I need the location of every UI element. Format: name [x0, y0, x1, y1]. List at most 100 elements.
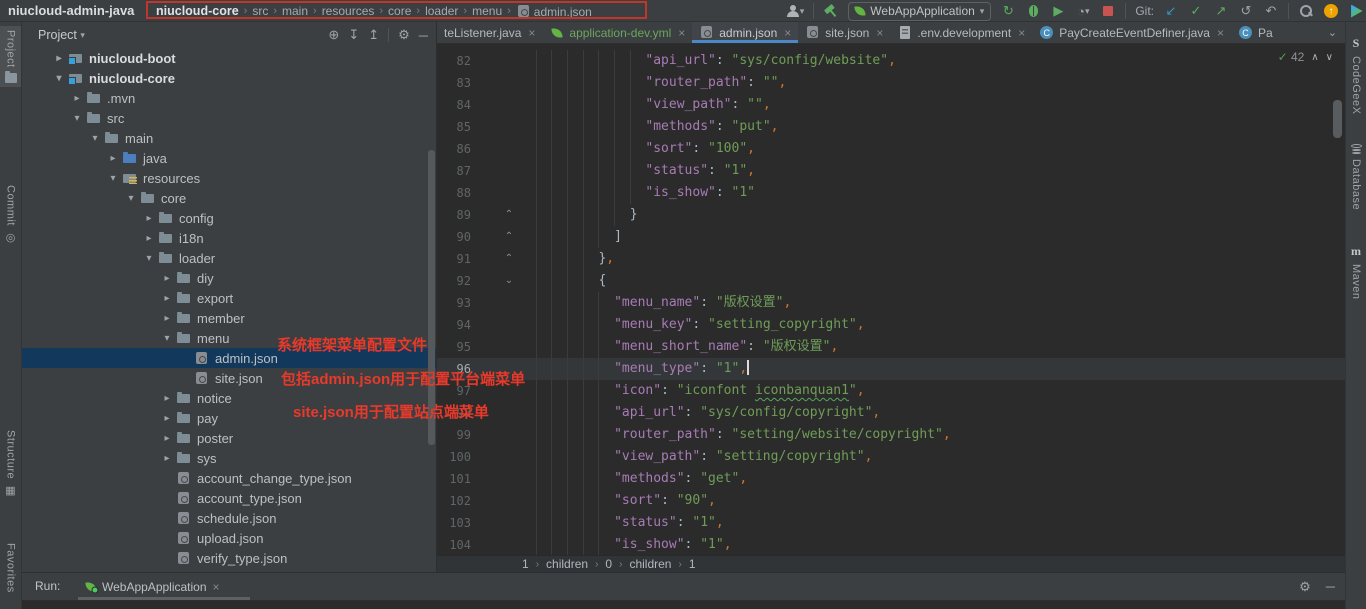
- code-line-92[interactable]: 92⌄ {: [437, 270, 1345, 292]
- tree-item-.mvn[interactable]: ▸.mvn: [22, 88, 436, 108]
- tree-chevron-icon[interactable]: ▸: [68, 93, 86, 104]
- code-line-82[interactable]: 82 "api_url": "sys/config/website",: [437, 50, 1345, 72]
- git-update-button[interactable]: ↙: [1163, 2, 1179, 20]
- tab-teListener.java[interactable]: teListener.java×: [437, 22, 542, 43]
- tree-item-config[interactable]: ▸config: [22, 208, 436, 228]
- json-path-item[interactable]: children: [629, 557, 671, 571]
- tree-item-src[interactable]: ▾src: [22, 108, 436, 128]
- run-button[interactable]: ↻: [1000, 2, 1016, 20]
- next-problem-icon[interactable]: ∨: [1326, 52, 1333, 63]
- profiler-button[interactable]: ◔▾: [1075, 2, 1091, 20]
- search-everywhere-button[interactable]: [1298, 2, 1314, 20]
- editor-scrollbar[interactable]: [1333, 100, 1342, 138]
- tree-item-verify_type.json[interactable]: verify_type.json: [22, 548, 436, 568]
- code-line-84[interactable]: 84 "view_path": "",: [437, 94, 1345, 116]
- breadcrumb-item-loader[interactable]: loader: [425, 4, 458, 18]
- tree-item-i18n[interactable]: ▸i18n: [22, 228, 436, 248]
- tree-item-export[interactable]: ▸export: [22, 288, 436, 308]
- code-line-94[interactable]: 94 "menu_key": "setting_copyright",: [437, 314, 1345, 336]
- tool-button-codegeex[interactable]: S CodeGeeX: [1346, 36, 1366, 114]
- code-line-104[interactable]: 104 "is_show": "1",: [437, 534, 1345, 556]
- inspection-widget[interactable]: ✓ 42 ∧ ∨: [1278, 50, 1333, 64]
- code-line-91[interactable]: 91⌃ },: [437, 248, 1345, 270]
- tree-item-niucloud-boot[interactable]: ▸niucloud-boot: [22, 48, 436, 68]
- breadcrumb-item-resources[interactable]: resources: [322, 4, 375, 18]
- hide-panel-icon[interactable]: ─: [419, 28, 428, 43]
- tree-chevron-icon[interactable]: ▸: [158, 413, 176, 424]
- code-line-90[interactable]: 90⌃ ]: [437, 226, 1345, 248]
- tree-chevron-icon[interactable]: ▸: [158, 433, 176, 444]
- prev-problem-icon[interactable]: ∧: [1311, 52, 1318, 63]
- code-line-102[interactable]: 102 "sort": "90",: [437, 490, 1345, 512]
- git-commit-button[interactable]: ✓: [1188, 2, 1204, 20]
- tree-chevron-icon[interactable]: ▸: [104, 153, 122, 164]
- run-with-coverage-button[interactable]: ▶: [1050, 2, 1066, 20]
- tool-button-structure[interactable]: Structure ▦: [0, 430, 21, 497]
- code-line-85[interactable]: 85 "methods": "put",: [437, 116, 1345, 138]
- run-configuration-select[interactable]: WebAppApplication ▾: [848, 2, 991, 21]
- code-line-97[interactable]: 97 "icon": "iconfont iconbanquan1",: [437, 380, 1345, 402]
- tab-.env.development[interactable]: .env.development×: [890, 22, 1032, 43]
- stop-button[interactable]: [1100, 2, 1116, 20]
- tool-button-database[interactable]: Database: [1346, 144, 1366, 210]
- tab-site.json[interactable]: site.json×: [798, 22, 890, 43]
- close-icon[interactable]: ×: [213, 580, 220, 594]
- json-path-item[interactable]: children: [546, 557, 588, 571]
- tree-item-poster[interactable]: ▸poster: [22, 428, 436, 448]
- tree-chevron-icon[interactable]: ▸: [158, 453, 176, 464]
- history-button[interactable]: ↺: [1238, 2, 1254, 20]
- tree-chevron-icon[interactable]: ▾: [158, 333, 176, 344]
- code-line-93[interactable]: 93 "menu_name": "版权设置",: [437, 292, 1345, 314]
- git-push-button[interactable]: ↗: [1213, 2, 1229, 20]
- tool-button-commit[interactable]: Commit ◎: [0, 185, 21, 244]
- code-line-95[interactable]: 95 "menu_short_name": "版权设置",: [437, 336, 1345, 358]
- gear-icon[interactable]: ⚙: [398, 27, 410, 43]
- code-line-83[interactable]: 83 "router_path": "",: [437, 72, 1345, 94]
- tree-chevron-icon[interactable]: ▾: [50, 73, 68, 84]
- close-icon[interactable]: ×: [678, 26, 685, 40]
- tool-button-maven[interactable]: m Maven: [1346, 244, 1366, 300]
- fold-marker-icon[interactable]: ⌃: [503, 248, 515, 270]
- tool-button-favorites[interactable]: Favorites: [0, 543, 21, 593]
- user-account-icon[interactable]: ▾: [786, 2, 805, 20]
- close-icon[interactable]: ×: [784, 26, 791, 40]
- rollback-button[interactable]: ↶: [1263, 2, 1279, 20]
- close-icon[interactable]: ×: [1217, 26, 1224, 40]
- tree-chevron-icon[interactable]: ▸: [50, 53, 68, 64]
- tab-Pa[interactable]: Pa: [1231, 22, 1280, 43]
- close-icon[interactable]: ×: [876, 26, 883, 40]
- tree-item-niucloud-core[interactable]: ▾niucloud-core: [22, 68, 436, 88]
- tab-overflow-chevron[interactable]: ⌄: [1328, 22, 1345, 43]
- tree-chevron-icon[interactable]: ▸: [140, 233, 158, 244]
- tree-chevron-icon[interactable]: ▸: [158, 393, 176, 404]
- tree-item-sys[interactable]: ▸sys: [22, 448, 436, 468]
- ide-update-button[interactable]: ↑: [1323, 2, 1339, 20]
- tab-PayCreateEventDefiner.java[interactable]: PayCreateEventDefiner.java×: [1032, 22, 1231, 43]
- debug-button[interactable]: [1025, 2, 1041, 20]
- breadcrumb-item-niucloud-core[interactable]: niucloud-core: [156, 4, 239, 18]
- tree-item-account_change_type.json[interactable]: account_change_type.json: [22, 468, 436, 488]
- tree-item-diy[interactable]: ▸diy: [22, 268, 436, 288]
- tree-chevron-icon[interactable]: ▸: [158, 273, 176, 284]
- code-line-98[interactable]: 98 "api_url": "sys/config/copyright",: [437, 402, 1345, 424]
- fold-marker-icon[interactable]: ⌄: [503, 270, 515, 292]
- tree-chevron-icon[interactable]: ▾: [122, 193, 140, 204]
- code-line-88[interactable]: 88 "is_show": "1": [437, 182, 1345, 204]
- json-path-item[interactable]: 1: [689, 557, 696, 571]
- select-opened-file-icon[interactable]: ⊕: [328, 27, 339, 43]
- plugin-play-button[interactable]: [1348, 2, 1364, 20]
- tab-application-dev.yml[interactable]: application-dev.yml×: [542, 22, 692, 43]
- tree-item-upload.json[interactable]: upload.json: [22, 528, 436, 548]
- gear-icon[interactable]: ⚙: [1299, 579, 1311, 595]
- code-line-99[interactable]: 99 "router_path": "setting/website/copyr…: [437, 424, 1345, 446]
- code-line-103[interactable]: 103 "status": "1",: [437, 512, 1345, 534]
- tree-item-resources[interactable]: ▾resources: [22, 168, 436, 188]
- breadcrumb-item-src[interactable]: src: [252, 4, 268, 18]
- tool-button-project[interactable]: Project: [0, 26, 21, 87]
- json-path-item[interactable]: 0: [605, 557, 612, 571]
- json-path-item[interactable]: 1: [522, 557, 529, 571]
- code-viewport[interactable]: 82 "api_url": "sys/config/website",83 "r…: [437, 50, 1345, 556]
- tab-admin.json[interactable]: admin.json×: [692, 22, 798, 43]
- project-panel-title[interactable]: Project: [38, 28, 77, 42]
- chevron-down-icon[interactable]: ▾: [80, 30, 85, 41]
